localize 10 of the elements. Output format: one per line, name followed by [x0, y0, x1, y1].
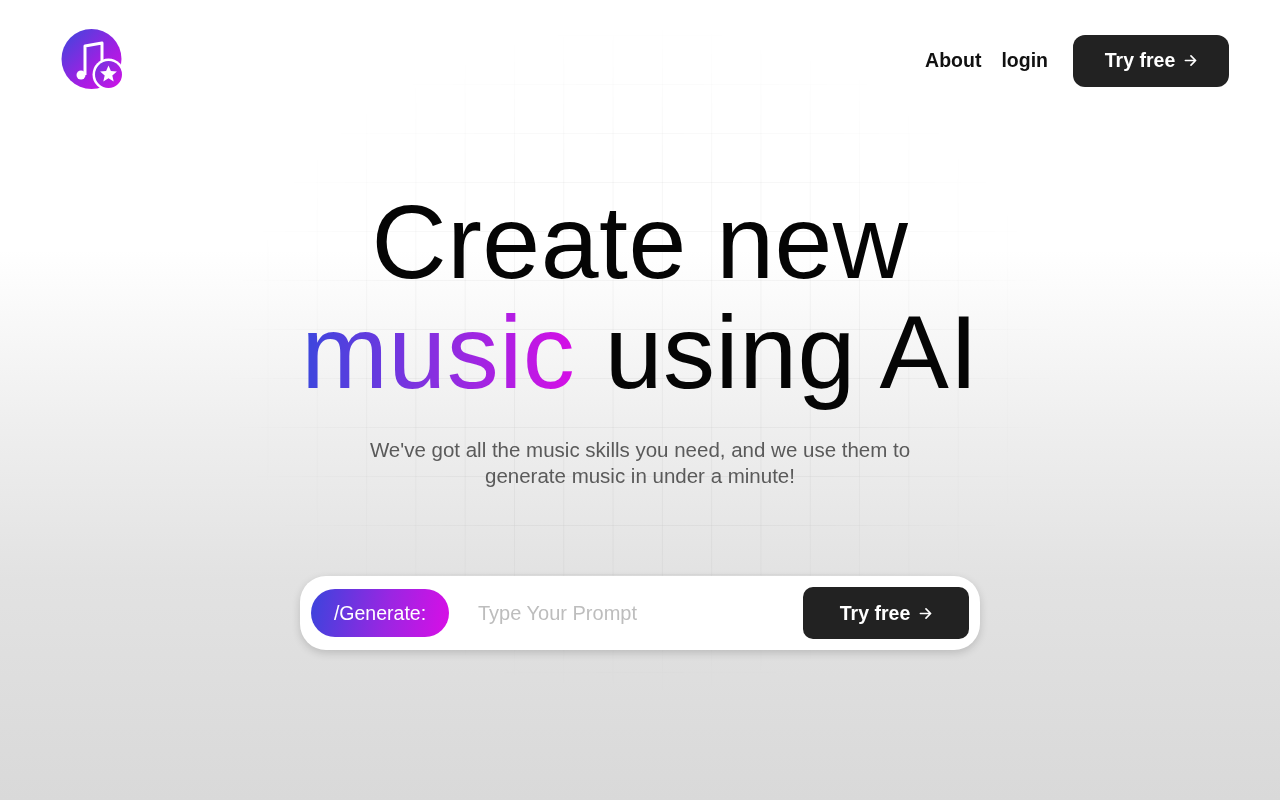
arrow-right-icon [1184, 54, 1198, 67]
arrow-right-icon [919, 606, 933, 620]
subtitle: We've got all the music skills you need, and we use them to generate music in under a minute! [368, 437, 912, 489]
nav-link[interactable]: About [925, 49, 982, 72]
prompt-bar[interactable]: /Generate: Type Your Prompt Try free [300, 576, 980, 650]
generate-command-tag: /Generate: [311, 589, 449, 637]
nav-link[interactable]: login [1001, 49, 1048, 72]
try-free-button[interactable]: Try free [1073, 34, 1229, 87]
prompt-input[interactable]: Type Your Prompt [449, 589, 803, 637]
try-free-button[interactable]: Try free [803, 587, 969, 639]
